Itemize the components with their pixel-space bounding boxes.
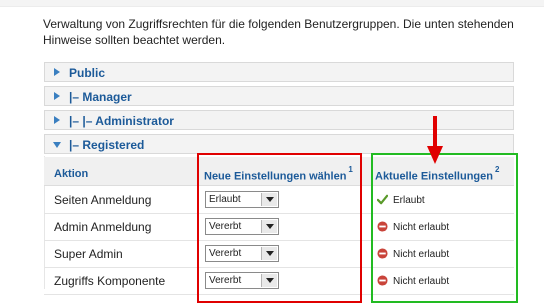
expand-arrow-icon	[54, 92, 60, 100]
group-public-header[interactable]: Public	[44, 62, 514, 82]
column-header-action: Aktion	[54, 168, 89, 180]
group-label: |– Manager	[69, 90, 132, 104]
expand-arrow-icon	[54, 68, 60, 76]
red-arrow-icon	[427, 116, 443, 164]
action-label: Super Admin	[54, 247, 123, 261]
expand-arrow-icon	[54, 116, 60, 124]
action-label: Admin Anmeldung	[54, 220, 152, 234]
new-settings-highlight	[197, 153, 362, 303]
group-label: Public	[69, 66, 106, 80]
collapse-arrow-icon	[53, 142, 61, 148]
group-label: |– Registered	[69, 138, 145, 152]
action-label: Seiten Anmeldung	[54, 193, 152, 207]
group-label: |– |– Administrator	[69, 114, 174, 128]
group-manager-header[interactable]: |– Manager	[44, 86, 514, 106]
top-divider	[0, 0, 544, 7]
action-label: Zugriffs Komponente	[54, 274, 166, 288]
intro-text: Verwaltung von Zugriffsrechten für die f…	[43, 17, 514, 47]
current-settings-highlight	[371, 153, 518, 303]
